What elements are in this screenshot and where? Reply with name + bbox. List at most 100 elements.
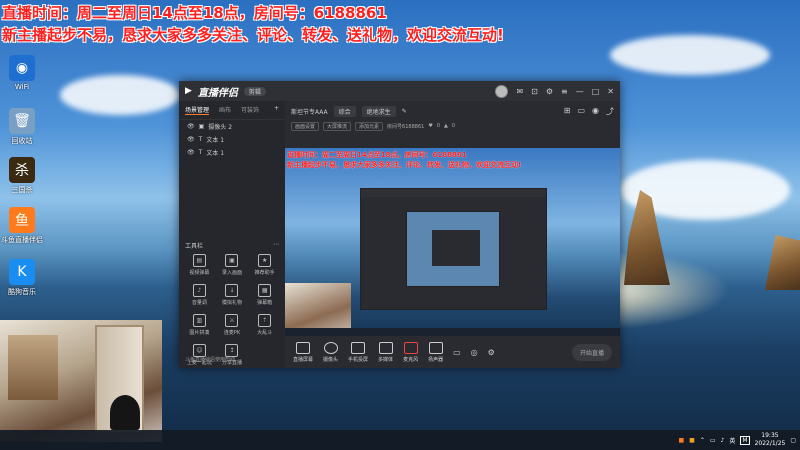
clock-time: 19:35: [761, 432, 779, 439]
clock[interactable]: 19:35 2022/1/25: [755, 432, 786, 448]
help-link[interactable]: 斗鱼直播伴侣使用帮助: [185, 356, 235, 363]
menu-icon[interactable]: ≡: [561, 87, 568, 96]
app-tray-icon[interactable]: ■: [689, 437, 695, 444]
tool-volume[interactable]: ♪ 音量调: [183, 284, 216, 306]
stream-preview[interactable]: 直播时间：周二至周日14点至18点，房间号：6188861 新主播起步不易，恳求…: [285, 148, 620, 336]
cloud: [60, 75, 180, 115]
room-id: 房间号6188861: [387, 123, 425, 130]
toolbox-title: 工具栏: [185, 243, 204, 250]
eye-icon[interactable]: 👁: [187, 123, 195, 130]
tab-canvas[interactable]: 画布: [219, 105, 231, 115]
share-icon[interactable]: ⤴: [606, 106, 614, 117]
main-panel: 斯坦节专AAA 综合 绝地求生 ✎ ⊞ ▭ ◉ ⤴ 画面设置 大屏推流 添加元素…: [285, 101, 620, 368]
eye-icon[interactable]: ◎: [471, 348, 478, 357]
screen-icon[interactable]: ▭: [577, 106, 585, 117]
close-icon[interactable]: ✕: [607, 87, 614, 96]
recycle-bin-icon: 🗑: [9, 108, 35, 134]
preview-taskbar: [285, 328, 620, 336]
tool-danmaku-box[interactable]: ▦ 弹幕箱: [248, 284, 281, 306]
tab-decor[interactable]: 可装饰: [241, 105, 259, 115]
desktop-icon-douyu[interactable]: 鱼 斗鱼直播伴侣: [0, 207, 44, 245]
network-icon[interactable]: ▭: [710, 437, 716, 444]
add-element[interactable]: 添加元素: [355, 121, 384, 131]
volume-icon: ♪: [192, 284, 206, 297]
tool-picture[interactable]: ▥ 图片拼凑: [183, 314, 216, 336]
stream-appeal-text: 新主播起步不易，恳求大家多多关注、评论、转发、送礼物，欢迎交流互动!: [2, 26, 504, 44]
monitor-icon: [296, 341, 310, 354]
desktop-icon-sanguosha[interactable]: 杀 三国杀: [0, 157, 44, 195]
video-icon[interactable]: ▭: [453, 348, 461, 357]
desktop-icon-wifi[interactable]: ◉ WiFi: [0, 55, 44, 91]
room-toolbar: 斯坦节专AAA 综合 绝地求生 ✎ ⊞ ▭ ◉ ⤴: [285, 101, 620, 121]
capture-icon: ▣: [225, 254, 239, 267]
window-titlebar: ▶ 直播伴侣 剪辑 ✉ ⊡ ⚙ ≡ — □ ✕: [179, 81, 620, 101]
room-category[interactable]: 绝地求生: [361, 105, 396, 117]
edit-badge[interactable]: 剪辑: [243, 86, 266, 96]
tab-scene[interactable]: 场景管理: [185, 105, 210, 115]
phone-cast-button[interactable]: 手机投屏: [348, 341, 368, 363]
tool-pk[interactable]: ⚔ 连麦PK: [216, 314, 249, 336]
tool-video-danmaku[interactable]: ▤ 视频弹幕: [183, 254, 216, 276]
tool-battle[interactable]: ⇡ 大乱斗: [248, 314, 281, 336]
douyu-tray-icon[interactable]: ■: [678, 437, 684, 444]
viewer-count: 0: [436, 123, 440, 129]
scene-item[interactable]: 👁 T 文本 1: [179, 133, 285, 146]
grid-icon[interactable]: ⊞: [564, 106, 571, 117]
microphone-button[interactable]: 麦克风: [403, 341, 418, 363]
volume-icon[interactable]: ♪: [721, 437, 725, 444]
nested-window: [360, 188, 547, 310]
minimize-icon[interactable]: —: [576, 87, 584, 96]
picture-settings[interactable]: 画面设置: [291, 121, 320, 131]
big-screen[interactable]: 大屏推流: [323, 121, 352, 131]
speaker-icon: [428, 341, 443, 354]
tool-gift[interactable]: ↓ 模拟礼物: [216, 284, 249, 306]
start-live-button[interactable]: 开始直播: [571, 343, 612, 361]
desktop-icon-recycle-bin[interactable]: 🗑 回收站: [0, 108, 44, 146]
stream-controls: 直播屏幕 摄像头 手机投屏 多媒体 麦克风 扬声器 ▭ ◎ ⚙ 开始直播: [285, 336, 620, 368]
chevron-up-icon[interactable]: ⌃: [700, 437, 705, 444]
maximize-icon[interactable]: □: [592, 87, 600, 96]
gift-icon[interactable]: ⊡: [531, 87, 538, 96]
media-icon: [378, 341, 393, 354]
edit-icon[interactable]: ✎: [402, 108, 407, 115]
preview-overlay-line2: 新主播起步不易，恳求大家多多关注、评论、转发、送礼物，欢迎交流互动!: [287, 161, 522, 169]
screen-capture-button[interactable]: 直播屏幕: [293, 341, 313, 363]
speaker-button[interactable]: 扬声器: [428, 341, 443, 363]
scene-item[interactable]: 👁 ▣ 摄像头 2: [179, 120, 285, 133]
tool-capture[interactable]: ▣ 录入画面: [216, 254, 249, 276]
settings-icon[interactable]: ⚙: [488, 348, 495, 357]
ime-mode[interactable]: M: [740, 435, 750, 445]
avatar[interactable]: [495, 84, 509, 98]
fan-count: 0: [451, 123, 456, 129]
wifi-icon: ◉: [9, 55, 35, 81]
desktop-icon-kugou[interactable]: K 酷狗音乐: [0, 259, 44, 297]
system-tray: ■ ■ ⌃ ▭ ♪ 英 M 19:35 2022/1/25 ▢: [678, 430, 796, 450]
rock: [765, 235, 800, 290]
room-tag[interactable]: 综合: [333, 105, 356, 117]
cloud: [610, 35, 770, 75]
eye-icon[interactable]: 👁: [187, 136, 195, 143]
clock-date: 2022/1/25: [754, 440, 786, 447]
camera-button[interactable]: 摄像头: [323, 341, 338, 363]
room-info-bar: 画面设置 大屏推流 添加元素 房间号6188861 ♥ 0 ▲ 0: [285, 121, 620, 131]
nested-preview-inner: [432, 230, 480, 266]
toolbox: 工具栏 ⋯ ▤ 视频弹幕 ▣ 录入画面 ★ 推荐助手 ♪ 音量调 ↓ 模拟礼物 ▦ 弹幕箱 ▥…: [179, 241, 285, 370]
record-icon[interactable]: ◉: [592, 106, 599, 117]
settings-icon[interactable]: ⚙: [546, 87, 553, 96]
eye-icon[interactable]: 👁: [187, 149, 195, 156]
add-scene-icon[interactable]: +: [274, 105, 279, 115]
media-button[interactable]: 多媒体: [378, 341, 393, 363]
taskbar: ■ ■ ⌃ ▭ ♪ 英 M 19:35 2022/1/25 ▢: [0, 430, 800, 450]
message-icon[interactable]: ✉: [516, 87, 523, 96]
ime-indicator[interactable]: 英: [729, 436, 735, 445]
left-panel: 场景管理 画布 可装饰 + 👁 ▣ 摄像头 2 👁 T 文本 1 👁 T 文本 1 工具栏 ⋯…: [179, 101, 285, 368]
picture-icon: ▥: [192, 314, 206, 327]
microphone-icon: [403, 341, 418, 354]
webcam-feed: [0, 320, 162, 442]
tool-recommend[interactable]: ★ 推荐助手: [248, 254, 281, 276]
scene-item[interactable]: 👁 T 文本 1: [179, 146, 285, 159]
text-icon: T: [198, 136, 203, 143]
phone-icon: [351, 341, 366, 354]
more-icon[interactable]: ⋯: [273, 241, 279, 250]
notification-icon[interactable]: ▢: [790, 437, 796, 444]
